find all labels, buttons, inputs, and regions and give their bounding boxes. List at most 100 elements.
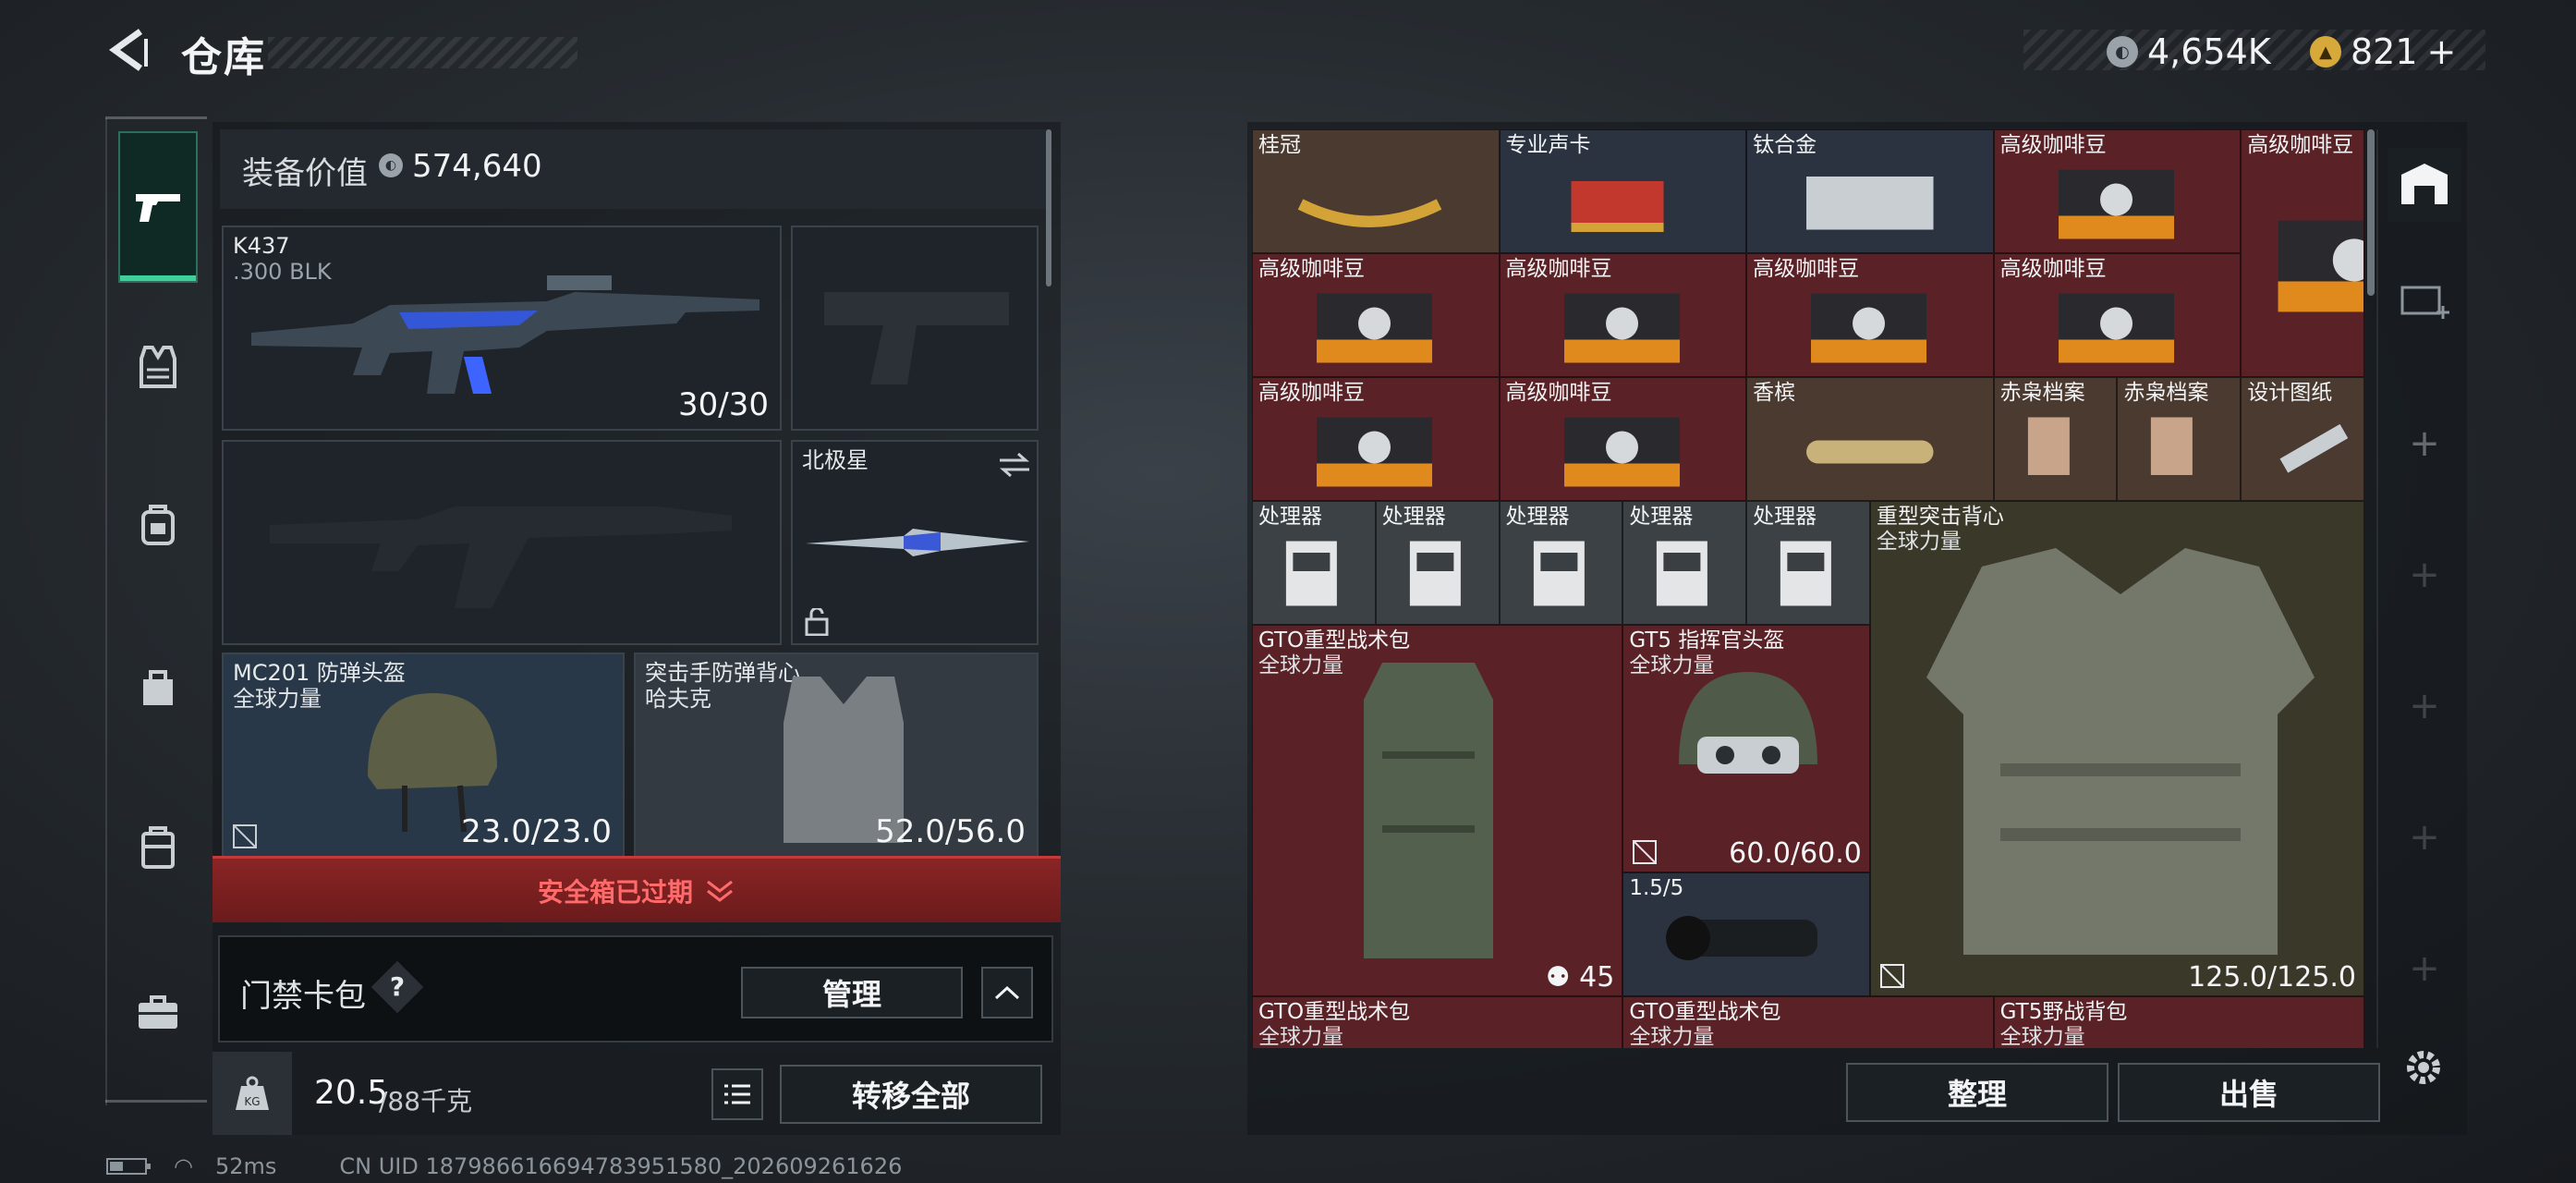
add-tab-icon[interactable]: + xyxy=(2406,688,2443,725)
stash-item[interactable]: 高级咖啡豆 xyxy=(2241,129,2364,377)
swap-icon[interactable] xyxy=(998,451,1031,479)
item-name: GT5野战背包 xyxy=(1999,1000,2128,1024)
add-stash-icon xyxy=(2400,286,2449,319)
item-name: 处理器 xyxy=(1505,505,1570,529)
currency-a-value: 4,654K xyxy=(2147,31,2271,72)
no-trade-icon xyxy=(1633,840,1658,864)
back-button[interactable] xyxy=(103,24,155,76)
nav-bag[interactable] xyxy=(118,647,198,726)
stash-item[interactable]: GT5野战背包 全球力量 xyxy=(1993,996,2364,1048)
lock-icon xyxy=(805,608,829,636)
add-tab-icon[interactable]: + xyxy=(2406,556,2443,593)
stash-item[interactable]: 香槟 xyxy=(1746,377,1994,501)
item-name: 设计图纸 xyxy=(2247,381,2333,405)
stash-item[interactable]: 设计图纸 xyxy=(2241,377,2364,501)
secondary-weapon-slot[interactable] xyxy=(222,440,782,645)
item-icon xyxy=(1563,417,1680,487)
item-durability: 125.0/125.0 xyxy=(2188,961,2356,994)
add-tab-icon[interactable]: + xyxy=(2406,950,2443,987)
scrollbar[interactable] xyxy=(1046,129,1051,287)
helmet-slot[interactable]: MC201 防弹头盔 全球力量 23.0/23.0 xyxy=(222,652,625,858)
list-icon xyxy=(724,1084,750,1104)
nav-case[interactable] xyxy=(118,972,198,1052)
safebox-expired-bar[interactable]: 安全箱已过期 xyxy=(213,856,1061,922)
stash-item[interactable]: 处理器 xyxy=(1252,501,1376,625)
equipment-value-bar: 装备价值 ◐ 574,640 xyxy=(220,129,1051,209)
sort-button[interactable]: 整理 xyxy=(1846,1063,2108,1122)
chevron-up-icon xyxy=(994,985,1020,1000)
stash-item[interactable]: 处理器 xyxy=(1746,501,1870,625)
item-icon xyxy=(1571,181,1664,232)
stash-item[interactable]: 高级咖啡豆 xyxy=(1746,253,1994,377)
item-name: 重型突击背心 xyxy=(1876,505,2004,529)
storage-icon xyxy=(2401,164,2448,204)
item-name: GT5 指挥官头盔 xyxy=(1629,628,1785,652)
collapse-button[interactable] xyxy=(981,967,1033,1018)
item-name: 钛合金 xyxy=(1753,133,1817,157)
premium-coin-icon: ▲ xyxy=(2310,36,2341,67)
item-icon xyxy=(1563,293,1680,363)
item-icon xyxy=(2151,417,2193,475)
stash-item[interactable]: 赤枭档案 xyxy=(2117,377,2242,501)
backpack-item[interactable]: GTO重型战术包 全球力量 ⚉ 45 xyxy=(1252,625,1623,996)
pistol-icon xyxy=(136,194,180,222)
uid: CN UID 187986616694783951580_20260926162… xyxy=(339,1153,903,1179)
manage-button[interactable]: 管理 xyxy=(741,967,963,1018)
pistol-slot[interactable] xyxy=(791,226,1039,431)
stash-item[interactable]: 专业声卡 xyxy=(1499,129,1747,253)
add-tab-icon[interactable]: + xyxy=(2406,425,2443,462)
stash-item[interactable]: 桂冠 xyxy=(1252,129,1500,253)
stash-item[interactable]: 高级咖啡豆 xyxy=(1993,253,2242,377)
nav-gear[interactable] xyxy=(118,327,198,407)
melee-slot[interactable]: 北极星 xyxy=(791,440,1039,645)
item-name: 高级咖啡豆 xyxy=(1258,381,1365,405)
transfer-all-button[interactable]: 转移全部 xyxy=(780,1065,1042,1124)
nav-backpack[interactable] xyxy=(118,484,198,564)
stash-tab-main[interactable] xyxy=(2388,148,2461,222)
nav-weapons[interactable] xyxy=(118,131,198,283)
item-icon xyxy=(2278,220,2363,312)
primary-weapon-slot[interactable]: K437 .300 BLK 30/30 xyxy=(222,226,782,431)
item-name: 桂冠 xyxy=(1258,133,1301,157)
nav-container[interactable] xyxy=(118,808,198,887)
add-tab-icon[interactable]: + xyxy=(2406,819,2443,856)
settings-button[interactable] xyxy=(2400,1044,2447,1091)
item-icon xyxy=(1317,293,1433,363)
knife-image xyxy=(806,529,1029,556)
add-currency-icon[interactable]: + xyxy=(2427,31,2457,72)
stash-tab-add[interactable] xyxy=(2388,261,2461,335)
stash-item[interactable]: 高级咖啡豆 xyxy=(1252,253,1500,377)
helmet-item[interactable]: GT5 指挥官头盔 全球力量 60.0/60.0 xyxy=(1622,625,1870,872)
stash-item[interactable]: 赤枭档案 xyxy=(1993,377,2118,501)
currency-b-value: 821 xyxy=(2351,31,2418,72)
ammo-count: 30/30 xyxy=(678,386,769,423)
help-icon[interactable]: ? xyxy=(379,969,416,1006)
stash-item[interactable]: GTO重型战术包 全球力量 xyxy=(1622,996,1994,1048)
chevron-down-icon xyxy=(707,880,733,902)
stash-item[interactable]: 处理器 xyxy=(1499,501,1623,625)
container-icon xyxy=(141,826,175,869)
stash-item[interactable]: 处理器 xyxy=(1375,501,1500,625)
no-trade-icon xyxy=(1879,964,1904,988)
stash-item[interactable]: 高级咖啡豆 xyxy=(1499,253,1747,377)
stash-item[interactable]: 处理器 xyxy=(1622,501,1747,625)
stash-item[interactable]: 钛合金 xyxy=(1746,129,1994,253)
item-icon xyxy=(1811,293,1927,363)
sell-button[interactable]: 出售 xyxy=(2118,1063,2380,1122)
scope-item[interactable]: 1.5/5 xyxy=(1622,872,1870,996)
stash-item[interactable]: 高级咖啡豆 xyxy=(1993,129,2242,253)
currency-b[interactable]: ▲ 821 + xyxy=(2310,31,2456,72)
stash-item[interactable]: 高级咖啡豆 xyxy=(1499,377,1747,501)
stash-scrollbar[interactable] xyxy=(2367,129,2375,296)
item-icon xyxy=(2027,417,2070,475)
item-icon xyxy=(1806,440,1934,464)
vest-item[interactable]: 重型突击背心 全球力量 125.0/125.0 xyxy=(1869,501,2364,996)
status-bar: ◠ 52ms CN UID 187986616694783951580_2026… xyxy=(105,1153,902,1179)
vest-slot[interactable]: 突击手防弹背心 哈夫克 52.0/56.0 xyxy=(634,652,1039,858)
list-view-button[interactable] xyxy=(711,1068,763,1120)
stash-item[interactable]: 高级咖啡豆 xyxy=(1252,377,1500,501)
backpack-image xyxy=(1364,663,1493,958)
stash-item[interactable]: GTO重型战术包 全球力量 xyxy=(1252,996,1623,1048)
equipment-value-label: 装备价值 xyxy=(242,155,368,192)
item-name: 高级咖啡豆 xyxy=(1505,381,1612,405)
